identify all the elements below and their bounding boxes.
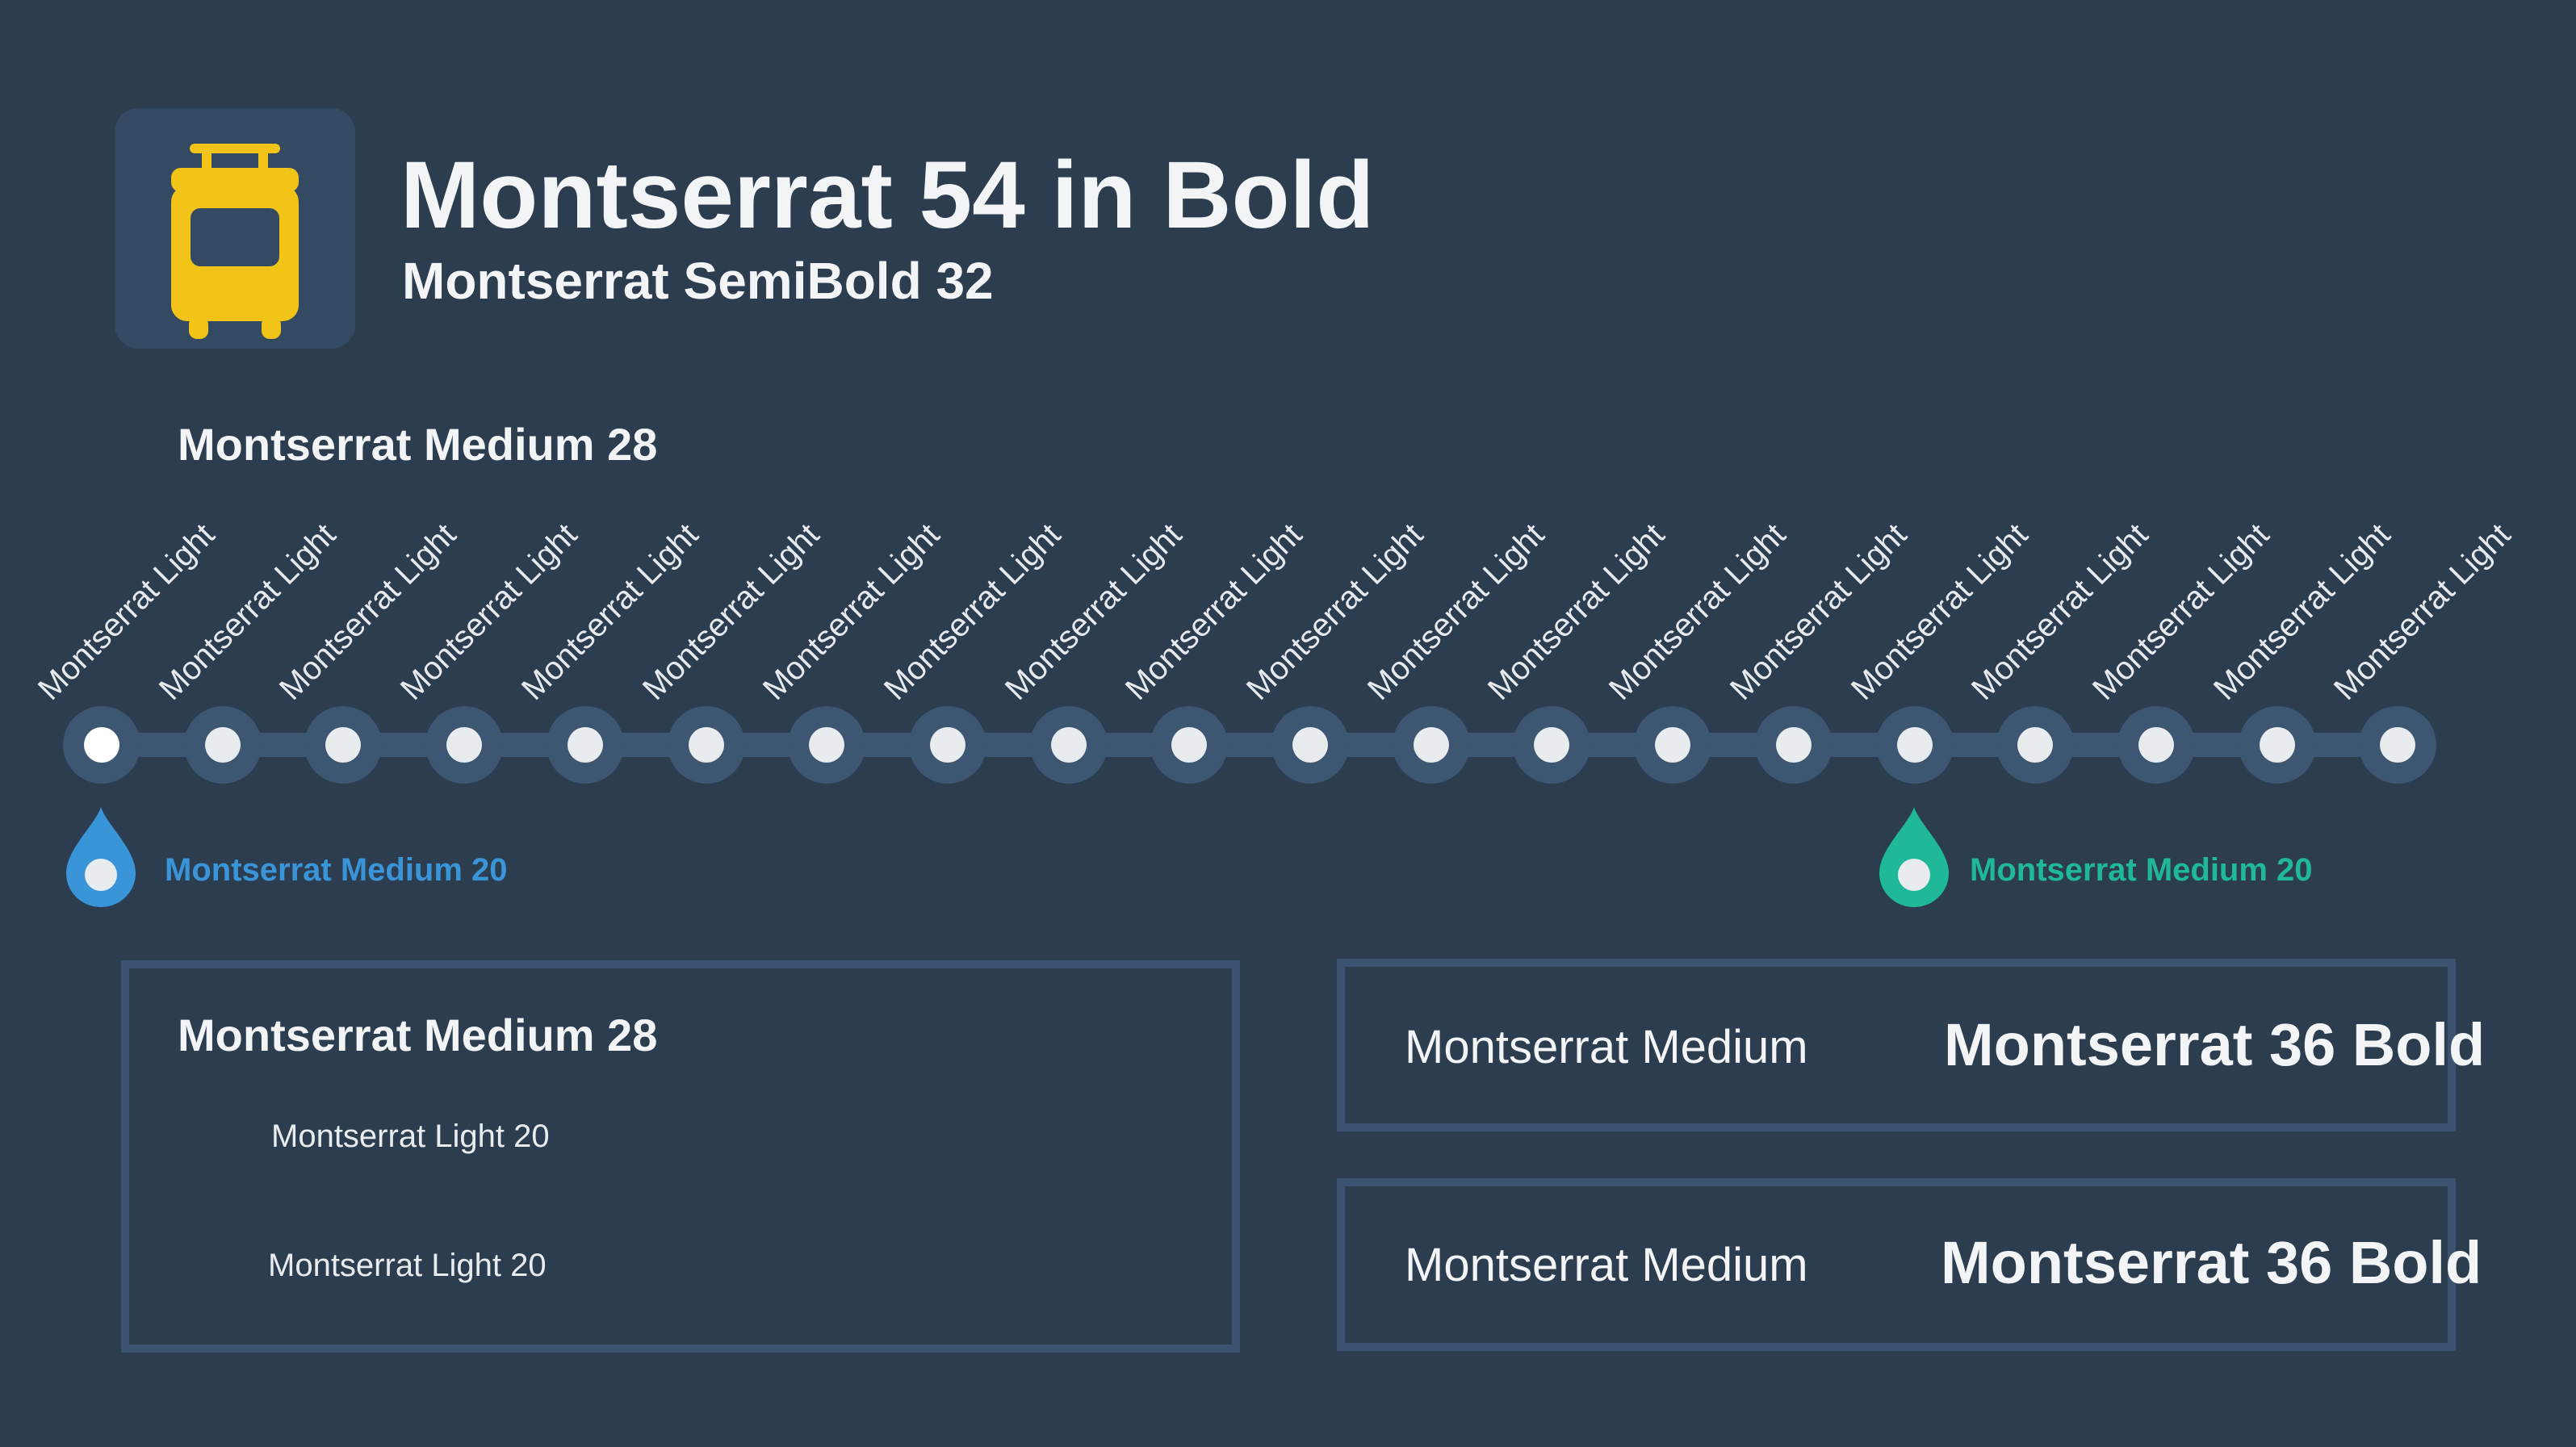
timeline-stop[interactable] bbox=[1393, 706, 1470, 784]
timeline-stop[interactable] bbox=[2359, 706, 2436, 784]
timeline-stop[interactable] bbox=[909, 706, 986, 784]
timeline-stop-dot bbox=[1655, 727, 1690, 763]
timeline-stop-dot bbox=[1051, 727, 1087, 763]
timeline-stop[interactable] bbox=[788, 706, 865, 784]
marker-label-start: Montserrat Medium 20 bbox=[165, 852, 508, 888]
timeline-stop-dot bbox=[1897, 727, 1933, 763]
timeline-stop[interactable] bbox=[1755, 706, 1833, 784]
timeline-stop-dot bbox=[205, 727, 241, 763]
tram-icon bbox=[171, 144, 299, 339]
timeline-stop[interactable] bbox=[1996, 706, 2074, 784]
timeline-stop-dot bbox=[325, 727, 361, 763]
drop-pin-icon bbox=[1879, 807, 1949, 907]
timeline-stop[interactable] bbox=[63, 706, 140, 784]
timeline-stop[interactable] bbox=[668, 706, 745, 784]
drop-pin-icon bbox=[66, 807, 136, 907]
timeline-stop[interactable] bbox=[2117, 706, 2195, 784]
timeline-stop-dot bbox=[930, 727, 965, 763]
info-panel-line: Montserrat Light 20 bbox=[271, 1119, 550, 1154]
timeline-stop[interactable] bbox=[1634, 706, 1711, 784]
timeline-stop-dot bbox=[1171, 727, 1207, 763]
timeline-stop[interactable] bbox=[2239, 706, 2316, 784]
timeline-stop[interactable] bbox=[1150, 706, 1228, 784]
detail-row-value: Montserrat 36 Bold bbox=[1944, 1011, 2486, 1078]
timeline-stop-dot bbox=[84, 727, 119, 763]
timeline-heading: Montserrat Medium 28 bbox=[178, 419, 658, 470]
timeline-stop-dot bbox=[1414, 727, 1449, 763]
timeline-stop-dot bbox=[1776, 727, 1812, 763]
timeline-stop-dot bbox=[1534, 727, 1569, 763]
timeline-stop-dot bbox=[568, 727, 603, 763]
timeline-stop-dot bbox=[809, 727, 844, 763]
timeline-stop[interactable] bbox=[184, 706, 262, 784]
timeline-stop[interactable] bbox=[304, 706, 382, 784]
timeline-stop-dot bbox=[689, 727, 724, 763]
info-panel-heading: Montserrat Medium 28 bbox=[178, 1010, 658, 1060]
page-title: Montserrat 54 in Bold bbox=[400, 142, 1375, 249]
detail-row-label: Montserrat Medium bbox=[1405, 1021, 1808, 1073]
timeline-stop-dot bbox=[2017, 727, 2053, 763]
marker-label-current: Montserrat Medium 20 bbox=[1970, 852, 2313, 888]
detail-row-value: Montserrat 36 Bold bbox=[1941, 1229, 2482, 1296]
detail-row-label: Montserrat Medium bbox=[1405, 1239, 1808, 1291]
timeline-stop-dot bbox=[1292, 727, 1328, 763]
timeline-stop[interactable] bbox=[1030, 706, 1108, 784]
timeline-stop-dot bbox=[2260, 727, 2295, 763]
timeline-stop[interactable] bbox=[1271, 706, 1349, 784]
info-panel-line: Montserrat Light 20 bbox=[268, 1248, 547, 1283]
page-subtitle: Montserrat SemiBold 32 bbox=[402, 252, 994, 310]
timeline-stop-dot bbox=[2138, 727, 2174, 763]
timeline-stop-dot bbox=[2380, 727, 2415, 763]
app-icon-tile bbox=[115, 108, 355, 349]
timeline-stop[interactable] bbox=[547, 706, 624, 784]
timeline-stop-dot bbox=[446, 727, 482, 763]
timeline-stop[interactable] bbox=[425, 706, 503, 784]
timeline-stop[interactable] bbox=[1876, 706, 1954, 784]
timeline-stop[interactable] bbox=[1513, 706, 1590, 784]
